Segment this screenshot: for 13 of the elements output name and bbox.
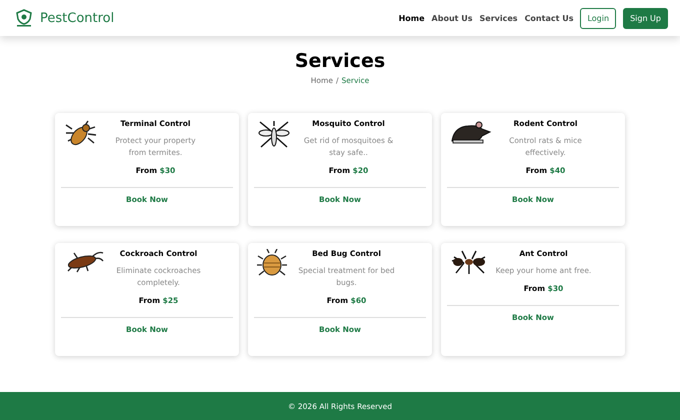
brand-name[interactable]: PestControl xyxy=(40,10,114,26)
rat-icon xyxy=(450,119,492,145)
bed-bug-icon xyxy=(257,249,287,277)
nav-link[interactable]: Contact Us xyxy=(524,14,574,22)
login-button[interactable]: Login xyxy=(580,8,616,28)
nav-link[interactable]: Home xyxy=(398,14,425,22)
page-title: Services xyxy=(294,50,386,72)
sign-up-button[interactable]: Sign Up xyxy=(623,8,668,28)
nav-link[interactable]: About Us xyxy=(432,14,473,22)
nav-link[interactable]: Services xyxy=(480,14,518,22)
ant-icon xyxy=(450,249,488,275)
shield-logo-icon xyxy=(14,9,34,27)
mosquito-icon xyxy=(257,119,291,149)
